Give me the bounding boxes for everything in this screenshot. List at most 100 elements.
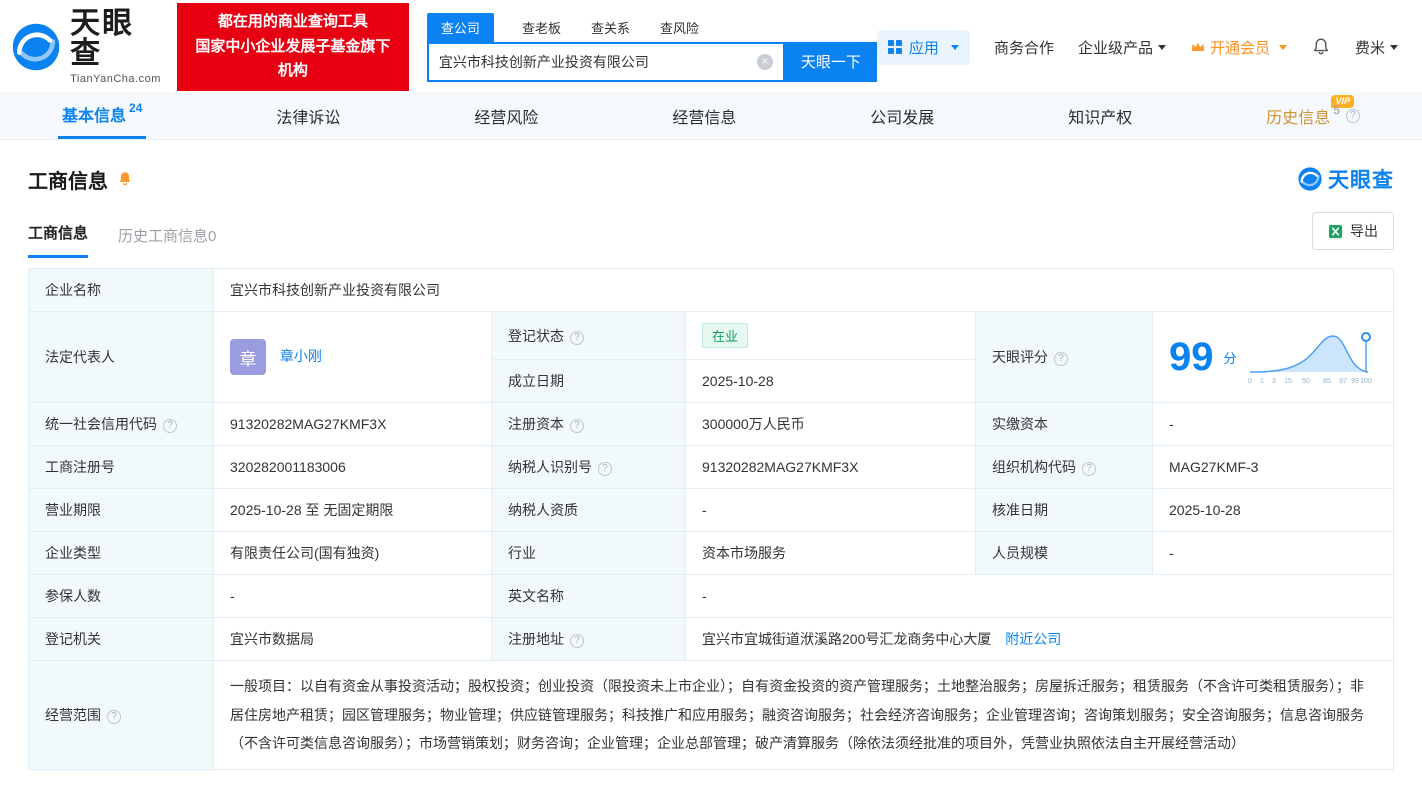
field-value-staff-size: -: [1152, 531, 1394, 575]
nav-open-vip[interactable]: 开通会员: [1190, 37, 1287, 58]
field-value-industry: 资本市场服务: [685, 531, 976, 575]
apps-button[interactable]: 应用: [876, 29, 970, 65]
clear-icon[interactable]: [756, 53, 773, 70]
help-icon[interactable]: [570, 634, 584, 648]
section-title: 工商信息: [28, 170, 108, 193]
status-badge: 在业: [702, 323, 749, 348]
field-label-approval-date: 核准日期: [975, 488, 1153, 532]
field-label-taxpayer-no: 纳税人识别号: [491, 445, 686, 489]
search-tabs: 查公司 查老板 查关系 查风险: [426, 12, 877, 42]
svg-text:85: 85: [1323, 378, 1331, 385]
help-icon[interactable]: [598, 462, 612, 476]
tab-intellectual-property[interactable]: 知识产权: [1064, 92, 1136, 139]
help-icon[interactable]: [1345, 108, 1360, 123]
field-label-reg-capital: 注册资本: [491, 402, 686, 446]
table-row: 营业期限 2025-10-28 至 无固定期限 纳税人资质 - 核准日期 202…: [28, 488, 1394, 532]
field-label-authority: 登记机关: [28, 617, 214, 661]
tab-company-development[interactable]: 公司发展: [866, 92, 938, 139]
section-head: 工商信息 天眼查: [28, 164, 1394, 194]
help-icon[interactable]: [1054, 352, 1068, 366]
help-icon[interactable]: [163, 419, 177, 433]
tab-operating-risk[interactable]: 经营风险: [470, 92, 542, 139]
apps-grid-icon: [887, 40, 902, 54]
subtab-business-info[interactable]: 工商信息: [28, 222, 89, 258]
field-value-org-code: MAG27KMF-3: [1152, 445, 1394, 489]
field-label-company-type: 企业类型: [28, 531, 214, 575]
header: 天眼查 TianYanCha.com 都在用的商业查询工具 国家中小企业发展子基…: [0, 0, 1422, 92]
table-row: 工商注册号 320282001183006 纳税人识别号 91320282MAG…: [28, 445, 1394, 489]
search-tab-company[interactable]: 查公司: [426, 12, 494, 42]
svg-text:50: 50: [1302, 378, 1310, 385]
tab-label: 经营信息: [672, 109, 737, 127]
field-value-company-name: 宜兴市科技创新产业投资有限公司: [213, 268, 1394, 312]
subscribe-bell-icon[interactable]: [116, 170, 134, 188]
notification-bell-icon[interactable]: [1311, 37, 1331, 57]
field-value-reg-capital: 300000万人民币: [685, 402, 976, 446]
field-value-company-type: 有限责任公司(国有独资): [213, 531, 492, 575]
field-label-address: 注册地址: [491, 617, 686, 661]
score-value: 99: [1169, 335, 1214, 379]
field-label-english-name: 英文名称: [491, 574, 686, 618]
help-icon[interactable]: [107, 710, 121, 725]
nav-cooperation[interactable]: 商务合作: [994, 37, 1054, 58]
field-label-est-date: 成立日期: [491, 359, 686, 403]
apps-label: 应用: [908, 39, 939, 57]
field-value-approval-date: 2025-10-28: [1152, 488, 1394, 532]
field-label-credit-code: 统一社会信用代码: [28, 402, 214, 446]
field-label-paid-capital: 实缴资本: [975, 402, 1153, 446]
nav-enterprise[interactable]: 企业级产品: [1078, 37, 1166, 58]
user-menu[interactable]: 费米: [1355, 37, 1398, 58]
nav-enterprise-label: 企业级产品: [1077, 39, 1153, 57]
search-area: 查公司 查老板 查关系 查风险 天眼一下: [426, 12, 877, 82]
field-value-score: 99 分 0 1 3 15 50 85 97 99 100: [1152, 311, 1394, 403]
field-value-term: 2025-10-28 至 无固定期限: [213, 488, 492, 532]
tab-label: 知识产权: [1068, 109, 1133, 127]
help-icon[interactable]: [570, 419, 584, 433]
export-button[interactable]: 导出: [1312, 212, 1394, 250]
table-row: 经营范围 一般项目：以自有资金从事投资活动；股权投资；创业投资（限投资未上市企业…: [28, 659, 1394, 771]
search-tab-relation[interactable]: 查关系: [589, 13, 632, 42]
promo-banner: 都在用的商业查询工具 国家中小企业发展子基金旗下机构: [176, 2, 409, 92]
nav-vip-label: 开通会员: [1209, 39, 1270, 57]
field-value-paid-capital: -: [1152, 402, 1394, 446]
table-row: 参保人数 - 英文名称 -: [28, 574, 1394, 618]
tab-history-info[interactable]: VIP 历史信息 5: [1262, 92, 1364, 139]
field-label-term: 营业期限: [28, 488, 214, 532]
field-label-legal-rep: 法定代表人: [28, 311, 214, 403]
field-label-scope: 经营范围: [28, 659, 214, 771]
top-nav: 应用 商务合作 企业级产品 开通会员 费米: [876, 29, 1398, 65]
table-row: 统一社会信用代码 91320282MAG27KMF3X 注册资本 300000万…: [28, 402, 1394, 446]
search-tab-risk[interactable]: 查风险: [658, 13, 701, 42]
help-icon[interactable]: [570, 330, 584, 345]
help-icon[interactable]: [1082, 462, 1096, 476]
table-row: 法定代表人 章 章小刚 登记状态 在业 天眼评分 99 分: [28, 311, 1394, 403]
chevron-down-icon: [1390, 44, 1398, 50]
table-row: 企业名称 宜兴市科技创新产业投资有限公司: [28, 268, 1394, 312]
field-label-taxpayer-quality: 纳税人资质: [491, 488, 686, 532]
nearby-companies-link[interactable]: 附近公司: [1005, 631, 1061, 647]
subtab-history-business-info[interactable]: 历史工商信息0: [118, 225, 216, 258]
page: 天眼查 TianYanCha.com 都在用的商业查询工具 国家中小企业发展子基…: [0, 0, 1422, 771]
tianyancha-logo[interactable]: 天眼查 TianYanCha.com: [10, 9, 163, 85]
svg-text:0: 0: [1248, 378, 1252, 385]
tab-legal-proceedings[interactable]: 法律诉讼: [272, 92, 344, 139]
tab-operating-info[interactable]: 经营信息: [668, 92, 740, 139]
tab-label: 经营风险: [474, 109, 539, 127]
score-wrap: 99 分 0 1 3 15 50 85 97 99 100: [1169, 328, 1377, 386]
legal-rep-link[interactable]: 章小刚: [280, 348, 322, 364]
search-button[interactable]: 天眼一下: [784, 41, 877, 82]
export-label: 导出: [1350, 223, 1378, 239]
address-text: 宜兴市宜城街道洑溪路200号汇龙商务中心大厦: [702, 631, 992, 647]
field-label-reg-no: 工商注册号: [28, 445, 214, 489]
field-value-taxpayer-no: 91320282MAG27KMF3X: [685, 445, 976, 489]
svg-text:15: 15: [1284, 378, 1292, 385]
user-name: 费米: [1354, 39, 1385, 57]
search-input[interactable]: [438, 53, 757, 70]
legal-rep-avatar[interactable]: 章: [230, 339, 266, 375]
search-input-wrap: [426, 41, 785, 82]
field-label-org-code: 组织机构代码: [975, 445, 1153, 489]
tab-label: 历史信息: [1266, 109, 1331, 127]
tab-basic-info[interactable]: 基本信息 24: [58, 92, 147, 139]
search-tab-boss[interactable]: 查老板: [520, 13, 563, 42]
tab-label: 法律诉讼: [276, 109, 341, 127]
